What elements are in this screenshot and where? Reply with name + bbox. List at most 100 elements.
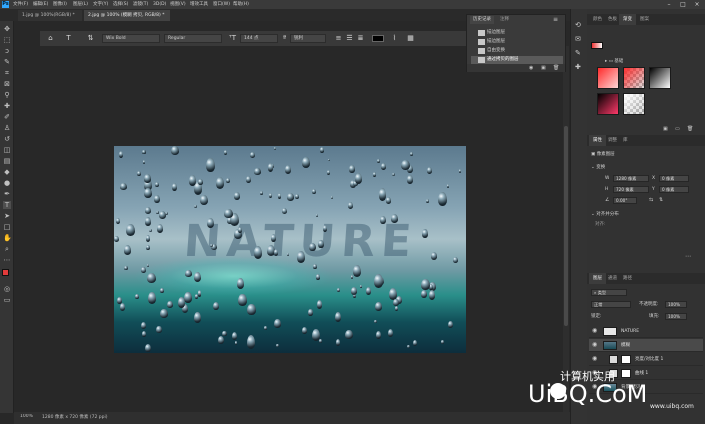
eraser-tool-icon[interactable]: ◫ bbox=[3, 146, 11, 154]
minimize-icon[interactable]: – bbox=[664, 1, 674, 8]
type-tool-icon[interactable]: T bbox=[3, 201, 11, 209]
font-family-select[interactable]: Wix Bold bbox=[102, 34, 160, 43]
align-right-icon[interactable]: ≣ bbox=[356, 34, 365, 43]
tab-history[interactable]: 历史记录 bbox=[470, 16, 494, 24]
history-panel-icon[interactable]: ⟲ bbox=[575, 21, 581, 29]
trash-icon[interactable]: 🗑 bbox=[553, 65, 559, 71]
vertical-scroll-thumb[interactable] bbox=[564, 126, 568, 326]
zoom-tool-icon[interactable]: ⌕ bbox=[3, 245, 11, 253]
vertical-scrollbar[interactable] bbox=[563, 46, 569, 412]
maximize-icon[interactable]: □ bbox=[678, 1, 688, 8]
history-item[interactable]: 描边图层 bbox=[471, 38, 563, 46]
text-color-swatch[interactable] bbox=[372, 35, 384, 42]
healing-brush-tool-icon[interactable]: ✚ bbox=[3, 102, 11, 110]
gradient-swatch-black-red[interactable] bbox=[597, 93, 619, 115]
fill-field[interactable]: 100% bbox=[665, 313, 687, 320]
menu-filter[interactable]: 滤镜(T) bbox=[133, 1, 148, 8]
menu-layer[interactable]: 图层(L) bbox=[73, 1, 88, 8]
height-field[interactable]: 720 像素 bbox=[613, 186, 649, 193]
tab-patterns[interactable]: 图案 bbox=[636, 14, 653, 25]
visibility-eye-icon[interactable]: ◉ bbox=[592, 342, 598, 348]
hand-tool-icon[interactable]: ✋ bbox=[3, 234, 12, 242]
angle-field[interactable]: 0.00° bbox=[613, 197, 637, 204]
menu-type[interactable]: 文字(Y) bbox=[93, 1, 108, 8]
menu-help[interactable]: 帮助(H) bbox=[233, 1, 249, 8]
more-tools-icon[interactable]: ⋯ bbox=[3, 256, 11, 264]
blur-tool-icon[interactable]: ◆ bbox=[3, 168, 11, 176]
doc-tab-2[interactable]: 2.jpg @ 100% (模糊 拷贝, RGB/8) * bbox=[84, 10, 170, 21]
menu-3d[interactable]: 3D(D) bbox=[153, 1, 166, 8]
type-tool-preset-icon[interactable]: T bbox=[64, 34, 73, 43]
gradient-folder-icon[interactable]: ▭ bbox=[675, 126, 680, 132]
y-field[interactable]: 0 像素 bbox=[659, 186, 689, 193]
tab-notes[interactable]: 注释 bbox=[497, 16, 512, 24]
dodge-tool-icon[interactable]: ● bbox=[3, 179, 11, 187]
doc-tab-1[interactable]: 1.jpg @ 100%(RGB/8) * bbox=[18, 10, 82, 21]
clone-stamp-tool-icon[interactable]: ♙ bbox=[3, 124, 11, 132]
visibility-eye-icon[interactable]: ◉ bbox=[592, 356, 598, 362]
menu-plugins[interactable]: 增效工具 bbox=[190, 1, 208, 8]
font-size-select[interactable]: 144 点 bbox=[240, 34, 278, 43]
lasso-tool-icon[interactable]: ↄ bbox=[3, 47, 11, 55]
tab-gradients[interactable]: 渐变 bbox=[619, 14, 636, 25]
flip-vertical-icon[interactable]: ⇅ bbox=[659, 197, 663, 203]
brush-tool-icon[interactable]: ✐ bbox=[3, 113, 11, 121]
gradient-swatch-bw[interactable] bbox=[649, 67, 671, 89]
character-panel-icon[interactable]: ▦ bbox=[406, 34, 415, 43]
quick-select-tool-icon[interactable]: ✎ bbox=[3, 58, 11, 66]
blend-mode-select[interactable]: 正常 bbox=[591, 301, 631, 308]
pen-tool-icon[interactable]: ✒ bbox=[3, 190, 11, 198]
crop-tool-icon[interactable]: ⌗ bbox=[3, 69, 11, 77]
panel-menu-icon[interactable]: ≡ bbox=[553, 16, 558, 23]
align-left-icon[interactable]: ≡ bbox=[334, 34, 343, 43]
align-center-icon[interactable]: ☰ bbox=[345, 34, 354, 43]
tab-paths[interactable]: 路径 bbox=[619, 273, 636, 284]
move-tool-icon[interactable]: ✥ bbox=[3, 25, 11, 33]
menu-image[interactable]: 图像(I) bbox=[53, 1, 67, 8]
home-icon[interactable]: ⌂ bbox=[46, 34, 55, 43]
layer-row-nature[interactable]: ◉ NATURE bbox=[589, 325, 703, 338]
history-item-selected[interactable]: 通过拷贝的图层 bbox=[471, 56, 563, 64]
history-item[interactable]: 自由变换 bbox=[471, 47, 563, 55]
new-gradient-icon[interactable]: ▣ bbox=[663, 126, 668, 132]
adjust-icon[interactable]: ✚ bbox=[575, 63, 581, 71]
x-field[interactable]: 0 像素 bbox=[659, 175, 689, 182]
camera-icon[interactable]: ▣ bbox=[541, 65, 546, 71]
width-field[interactable]: 1280 像素 bbox=[613, 175, 649, 182]
comment-icon[interactable]: ✉ bbox=[575, 35, 581, 43]
flip-horizontal-icon[interactable]: ⇆ bbox=[649, 197, 653, 203]
gradient-tool-icon[interactable]: ▤ bbox=[3, 157, 11, 165]
antialias-select[interactable]: 锐利 bbox=[290, 34, 326, 43]
eyedropper-tool-icon[interactable]: ⚲ bbox=[3, 91, 11, 99]
screen-mode-icon[interactable]: ▭ bbox=[3, 296, 11, 304]
more-options-icon[interactable]: ⋯ bbox=[685, 253, 691, 260]
menu-edit[interactable]: 编辑(E) bbox=[33, 1, 48, 8]
gradient-swatch-red-transparent[interactable] bbox=[623, 67, 645, 89]
menu-select[interactable]: 选择(S) bbox=[113, 1, 128, 8]
layer-row-brightness[interactable]: ◉ 亮度/对比度 1 bbox=[589, 353, 703, 366]
zoom-level[interactable]: 100% bbox=[20, 414, 33, 419]
font-style-select[interactable]: Regular bbox=[164, 34, 222, 43]
quick-mask-icon[interactable]: ◎ bbox=[3, 285, 11, 293]
layer-filter-select[interactable]: ⌕ 类型 bbox=[591, 289, 627, 296]
gradient-swatch-white-transparent[interactable] bbox=[623, 93, 645, 115]
text-orientation-icon[interactable]: ⇅ bbox=[86, 34, 95, 43]
gradient-swatch-red[interactable] bbox=[597, 67, 619, 89]
menu-window[interactable]: 窗口(W) bbox=[213, 1, 230, 8]
foreground-color-swatch[interactable] bbox=[2, 269, 9, 276]
warp-text-icon[interactable]: ⌇ bbox=[390, 34, 399, 43]
close-icon[interactable]: × bbox=[692, 1, 702, 8]
visibility-eye-icon[interactable]: ◉ bbox=[592, 328, 598, 334]
rectangle-tool-icon[interactable]: □ bbox=[3, 223, 11, 231]
gradient-trash-icon[interactable]: 🗑 bbox=[687, 126, 693, 132]
menu-view[interactable]: 视图(V) bbox=[170, 1, 186, 8]
layer-row-blur[interactable]: ◉ 模糊 bbox=[589, 339, 703, 352]
path-select-tool-icon[interactable]: ➤ bbox=[3, 212, 11, 220]
frame-tool-icon[interactable]: ⊠ bbox=[3, 80, 11, 88]
history-brush-tool-icon[interactable]: ↺ bbox=[3, 135, 11, 143]
menu-file[interactable]: 文件(F) bbox=[13, 1, 28, 8]
tab-libraries[interactable]: 库 bbox=[619, 135, 632, 146]
recent-gradient[interactable] bbox=[591, 42, 603, 49]
new-snapshot-icon[interactable]: ◉ bbox=[529, 65, 533, 71]
opacity-field[interactable]: 100% bbox=[665, 301, 687, 308]
